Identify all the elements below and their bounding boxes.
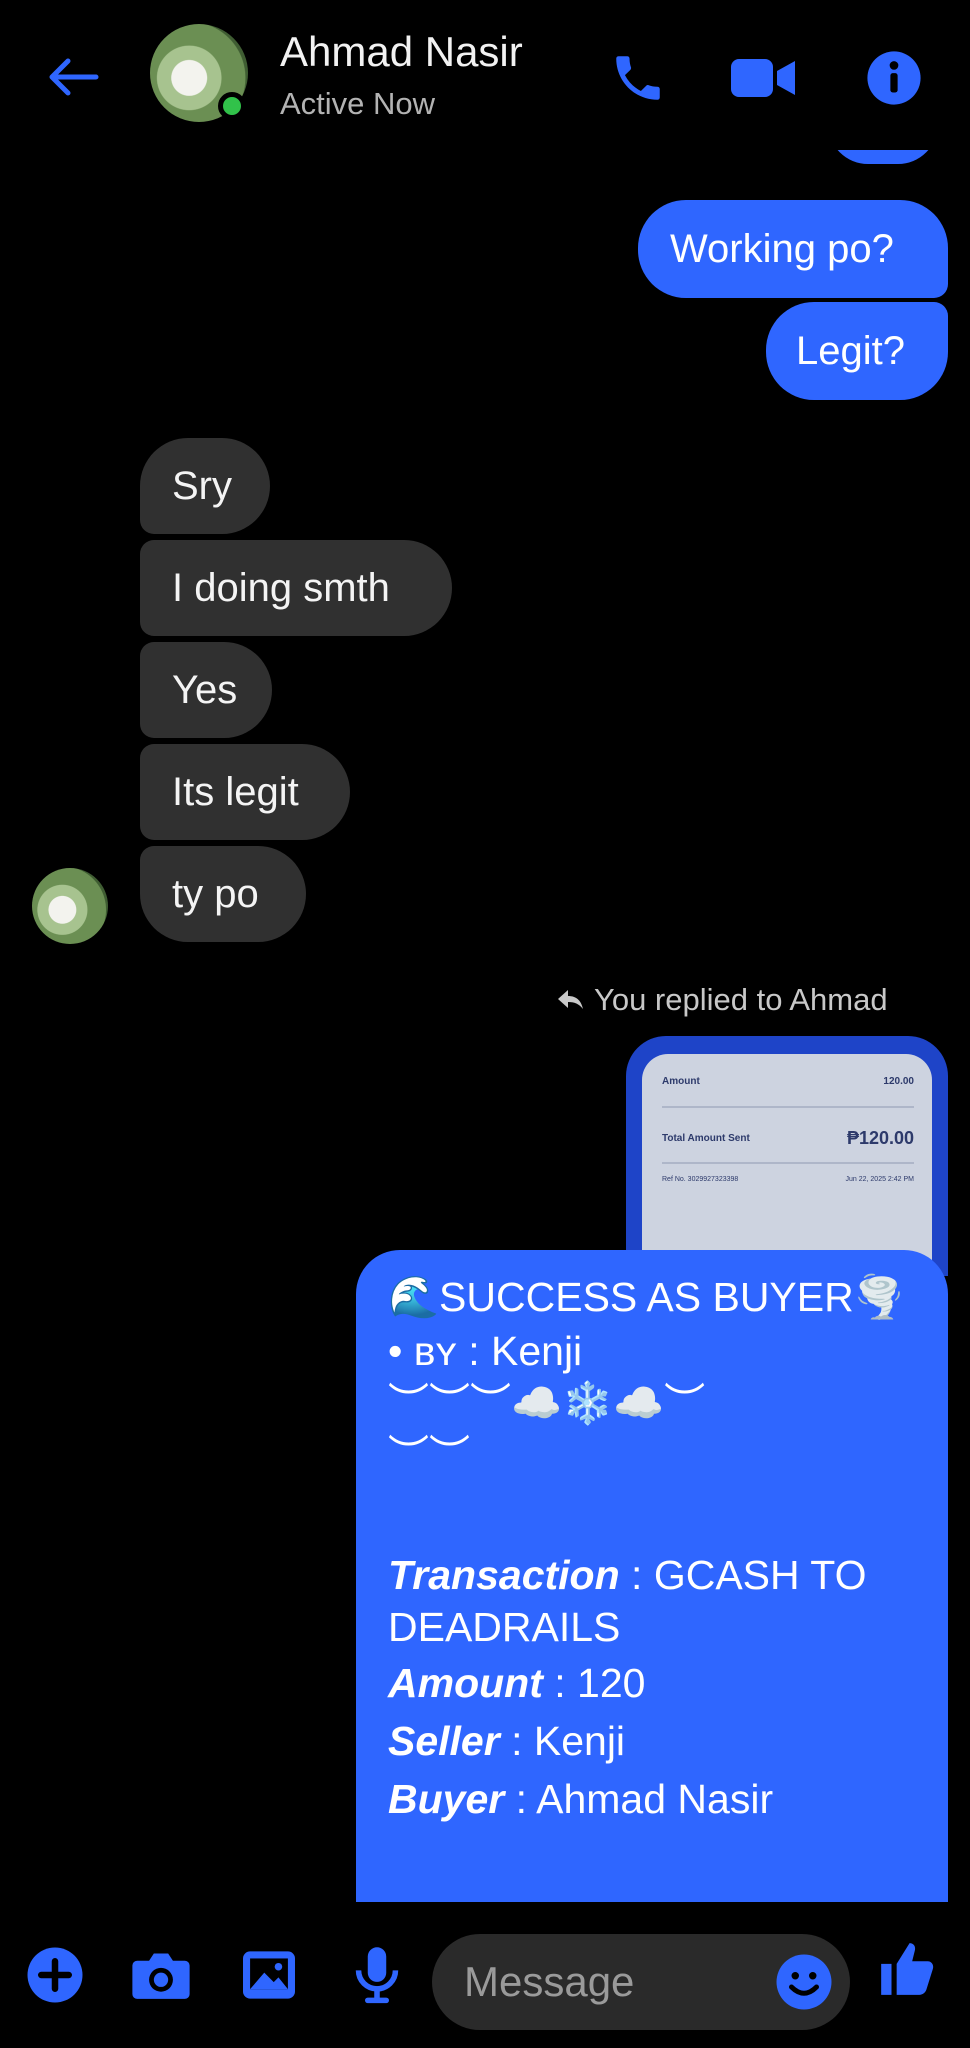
receipt-divider [662, 1162, 914, 1164]
seller-line: Seller : Kenji [388, 1716, 625, 1766]
message-text: Yes [172, 668, 238, 712]
seller-label: Seller [388, 1718, 500, 1764]
receipt-total-label: Total Amount Sent [662, 1133, 750, 1144]
decorative-line: ︶︶ [388, 1432, 470, 1478]
receipt-amount-value: 120.00 [883, 1076, 914, 1087]
receipt-screenshot: Amount 120.00 Total Amount Sent ₱120.00 … [642, 1054, 932, 1276]
receipt-ref-number: Ref No. 3029927323398 [662, 1176, 739, 1183]
online-status-dot [218, 92, 246, 120]
transaction-label: Transaction [388, 1552, 620, 1598]
reply-indicator: You replied to Ahmad [556, 982, 888, 1018]
info-icon[interactable] [854, 38, 934, 118]
success-by-line: • ʙʏ : Kenji [388, 1328, 583, 1374]
contact-status: Active Now [280, 86, 436, 121]
message-text: I doing smth [172, 566, 390, 610]
reply-note-text: You replied to Ahmad [594, 982, 888, 1017]
message-bubble-incoming[interactable]: Sry [140, 438, 270, 534]
message-text: Its legit [172, 770, 299, 814]
message-bubble-incoming[interactable]: ty po [140, 846, 306, 942]
image-icon[interactable] [234, 1940, 304, 2010]
emoji-icon[interactable] [774, 1952, 834, 2012]
receipt-amount-label: Amount [662, 1076, 700, 1087]
message-bubble-incoming[interactable]: Its legit [140, 744, 350, 840]
message-placeholder: Message [464, 1958, 635, 2005]
message-bubble-outgoing[interactable]: Legit? [766, 302, 948, 400]
receipt-total-value: ₱120.00 [846, 1128, 914, 1148]
receipt-divider [662, 1106, 914, 1108]
replied-image-preview[interactable]: Amount 120.00 Total Amount Sent ₱120.00 … [626, 1036, 948, 1276]
amount-line: Amount : 120 [388, 1658, 645, 1708]
plus-icon[interactable] [20, 1940, 90, 2010]
message-bubble-incoming[interactable]: I doing smth [140, 540, 452, 636]
transaction-line: Transaction : GCASH TO [388, 1550, 866, 1600]
message-text: Sry [172, 464, 232, 508]
buyer-value: : Ahmad Nasir [504, 1776, 774, 1822]
back-arrow-icon[interactable] [38, 42, 108, 112]
seller-value: : Kenji [499, 1718, 626, 1764]
buyer-label: Buyer [388, 1776, 505, 1822]
phone-icon[interactable] [598, 38, 678, 118]
transaction-value: : GCASH TO [619, 1552, 867, 1598]
success-title: 🌊SUCCESS AS BUYER🌪️ [388, 1274, 905, 1320]
camera-icon[interactable] [126, 1940, 196, 2010]
message-text: Working po? [670, 227, 894, 271]
message-text: Legit? [796, 329, 905, 373]
transaction-value-cont: DEADRAILS [388, 1604, 621, 1650]
message-text: ty po [172, 872, 259, 916]
amount-label: Amount [388, 1660, 543, 1706]
buyer-line: Buyer : Ahmad Nasir [388, 1774, 773, 1824]
microphone-icon[interactable] [342, 1940, 412, 2010]
message-bubble-outgoing[interactable]: Working po? [638, 200, 948, 298]
contact-name[interactable]: Ahmad Nasir [280, 28, 523, 76]
chat-header: Ahmad Nasir Active Now [0, 0, 970, 150]
contact-avatar-small[interactable] [32, 868, 108, 944]
decorative-line: ︶︶︶☁️❄️☁️︶ [388, 1380, 706, 1426]
thumbs-up-icon[interactable] [872, 1934, 942, 2004]
message-bubble-incoming[interactable]: Yes [140, 642, 272, 738]
success-message-bubble[interactable]: 🌊SUCCESS AS BUYER🌪️ • ʙʏ : Kenji ︶︶︶☁️❄️… [356, 1250, 948, 1902]
amount-value: : 120 [542, 1660, 646, 1706]
reply-arrow-icon [556, 982, 584, 1018]
video-camera-icon[interactable] [724, 38, 804, 118]
receipt-datetime: Jun 22, 2025 2:42 PM [845, 1176, 915, 1183]
